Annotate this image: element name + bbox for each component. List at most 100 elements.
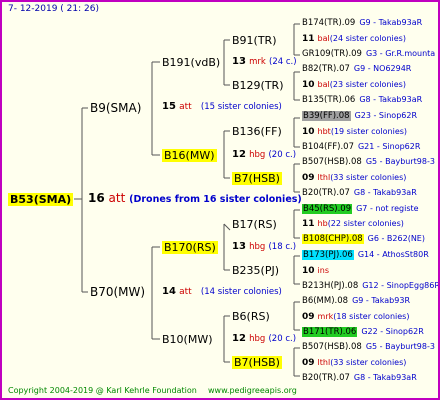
gen4-location: G5 - Bayburt98-3 <box>365 157 435 166</box>
gen3-queen: B91(TR) <box>232 34 277 47</box>
gen4-queen-name: GR109(TR).09 <box>302 49 362 59</box>
gen2-code: hbg <box>249 242 266 252</box>
gen4-queen-row: B108(CHP).08 G6 - B262(NE) <box>302 234 425 244</box>
gen1-queen: B70(MW) <box>90 285 146 299</box>
website-link[interactable]: www.pedigreeapis.org <box>208 387 297 395</box>
gen4-code: lthl <box>317 173 331 182</box>
gen4-location: G8 - Takab93aR <box>353 373 417 382</box>
gen4-mating-row: 09 mrk(18 sister colonies) <box>302 313 409 322</box>
gen2-mating: 13 mrk (24 c.) <box>232 57 297 67</box>
gen4-queen-row: B213H(PJ).08 G12 - SinopEgg86R <box>302 281 440 291</box>
root-queen: B53(SMA) <box>8 193 74 206</box>
gen4-note: (22 sister colonies) <box>327 219 404 228</box>
gen4-count: 10 <box>302 80 315 90</box>
gen4-count: 09 <box>302 312 315 322</box>
gen4-mating-row: 09 lthl(33 sister colonies) <box>302 174 406 183</box>
gen2-mating: 13 hbg (18 c.) <box>232 242 296 252</box>
gen1-count: 14 <box>162 286 176 297</box>
gen3-queen: B17(RS) <box>232 218 277 231</box>
gen4-queen-row: B174(TR).09 G9 - Takab93aR <box>302 19 422 28</box>
gen4-note: (33 sister colonies) <box>330 173 407 182</box>
gen4-queen-name: B171(TR).06 <box>302 327 358 337</box>
gen2-queen: B16(MW) <box>162 149 217 162</box>
gen4-count: 09 <box>302 358 315 368</box>
gen4-queen-name: B39(FF).08 <box>302 111 351 121</box>
gen4-queen-row: B6(MM).08 G9 - Takab93R <box>302 297 410 306</box>
gen1-code: att <box>179 102 192 112</box>
gen4-count: 10 <box>302 266 315 276</box>
gen4-count: 09 <box>302 173 315 183</box>
gen4-note: (19 sister colonies) <box>330 127 408 136</box>
gen1-queen: B9(SMA) <box>90 101 142 115</box>
gen4-location: G12 - SinopEgg86R <box>362 281 440 290</box>
gen1-note: (15 sister colonies) <box>200 102 282 112</box>
root-note: (Drones from 16 sister colonies) <box>129 194 302 205</box>
gen4-note: (18 sister colonies) <box>333 312 410 321</box>
gen4-queen-name: B6(MM).08 <box>302 296 349 306</box>
gen4-queen-row: GR109(TR).09 G3 - Gr.R.mounta <box>302 50 435 59</box>
gen2-queen: B191(vdB) <box>162 56 221 69</box>
gen4-code: bal <box>317 80 330 89</box>
gen2-note: (24 c.) <box>269 57 297 67</box>
gen4-note: (23 sister colonies) <box>329 80 406 89</box>
gen4-queen-row: B82(TR).07 G9 - NO6294R <box>302 65 411 74</box>
gen4-count: 11 <box>302 34 315 44</box>
gen4-queen-row: B104(FF).07 G21 - Sinop62R <box>302 143 420 152</box>
gen4-queen-name: B213H(PJ).08 <box>302 281 359 291</box>
gen4-code: ins <box>317 266 329 275</box>
pedigree-chart: 7- 12-2019 ( 21: 26) B53(SMA) 16 att (Dr… <box>0 0 440 400</box>
gen3-queen: B7(HSB) <box>232 356 282 369</box>
gen4-code: lthl <box>317 358 331 367</box>
gen4-mating-row: 09 lthl(33 sister colonies) <box>302 359 406 368</box>
gen4-location: G5 - Bayburt98-3 <box>365 342 435 351</box>
gen4-queen-row: B135(TR).06 G8 - Takab93aR <box>302 96 422 105</box>
gen2-mating: 12 hbg (20 c.) <box>232 334 296 344</box>
gen4-queen-row: B20(TR).07 G8 - Takab93aR <box>302 374 417 383</box>
gen4-location: G22 - Sinop62R <box>361 327 424 336</box>
date-stamp: 7- 12-2019 ( 21: 26) <box>8 4 99 14</box>
gen4-location: G21 - Sinop62R <box>357 142 421 151</box>
gen4-queen-name: B507(HSB).08 <box>302 157 362 167</box>
root-code: att <box>108 191 126 205</box>
gen1-mating: 15 att (15 sister colonies) <box>162 102 282 112</box>
gen2-count: 13 <box>232 56 246 67</box>
root-count: 16 <box>88 191 105 205</box>
gen4-code: hb <box>317 219 328 228</box>
root-mating: 16 att (Drones from 16 sister colonies) <box>88 192 302 205</box>
gen4-queen-name: B174(TR).09 <box>302 18 356 28</box>
gen1-count: 15 <box>162 101 176 112</box>
gen2-note: (20 c.) <box>268 150 297 160</box>
gen4-queen-row: B173(PJ).06 G14 - AthosSt80R <box>302 250 429 260</box>
gen4-location: G9 - Takab93R <box>352 296 410 305</box>
gen4-queen-name: B104(FF).07 <box>302 142 354 152</box>
gen4-location: G23 - Sinop62R <box>354 111 418 120</box>
gen4-mating-row: 10 bal(23 sister colonies) <box>302 81 406 90</box>
gen4-location: G6 - B262(NE) <box>367 234 425 243</box>
gen4-count: 10 <box>302 127 315 137</box>
gen4-queen-name: B20(TR).07 <box>302 188 350 198</box>
gen2-note: (20 c.) <box>268 334 297 344</box>
gen4-location: G14 - AthosSt80R <box>357 250 429 259</box>
gen2-note: (18 c.) <box>268 242 297 252</box>
gen4-queen-row: B20(TR).07 G8 - Takab93aR <box>302 189 417 198</box>
gen2-count: 13 <box>232 241 246 252</box>
gen2-code: hbg <box>249 150 266 160</box>
gen2-queen: B170(RS) <box>162 241 218 254</box>
gen4-location: G9 - NO6294R <box>353 64 412 73</box>
gen4-mating-row: 10 ins <box>302 267 329 276</box>
gen4-queen-row: B507(HSB).08 G5 - Bayburt98-3 <box>302 158 435 167</box>
gen2-queen: B10(MW) <box>162 333 213 346</box>
gen4-queen-name: B20(TR).07 <box>302 373 350 383</box>
gen4-queen-name: B507(HSB).08 <box>302 342 362 352</box>
gen4-queen-name: B82(TR).07 <box>302 64 350 74</box>
gen4-location: G8 - Takab93aR <box>359 95 423 104</box>
gen4-location: G9 - Takab93aR <box>359 18 423 27</box>
gen4-code: hbt <box>317 127 331 136</box>
gen4-queen-name: B135(TR).06 <box>302 95 356 105</box>
gen2-count: 12 <box>232 149 246 160</box>
gen2-count: 12 <box>232 333 246 344</box>
gen4-location: G3 - Gr.R.mounta <box>365 49 436 58</box>
gen3-queen: B7(HSB) <box>232 172 282 185</box>
copyright: Copyright 2004-2019 @ Karl Kehrle Founda… <box>8 386 197 395</box>
gen3-queen: B129(TR) <box>232 79 284 92</box>
